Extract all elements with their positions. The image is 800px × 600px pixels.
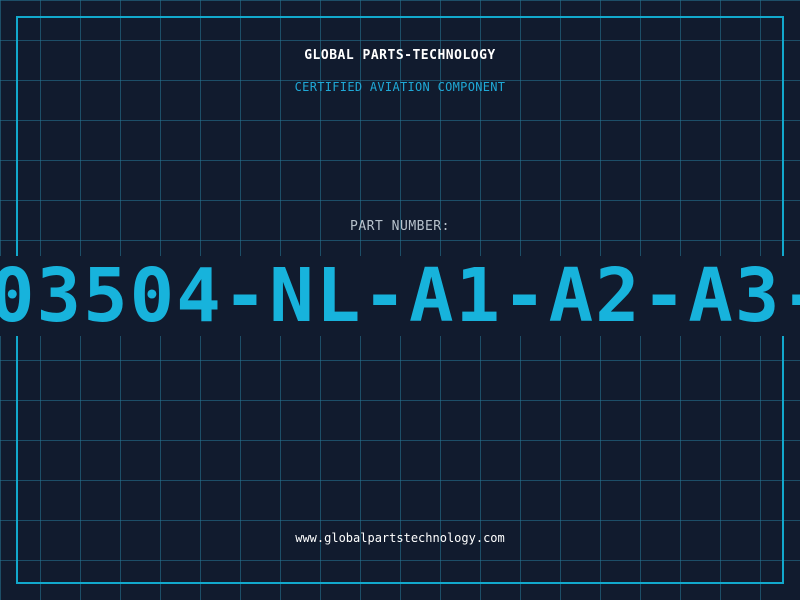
part-number-band: 03504-NL-A1-A2-A3-C [0,256,800,336]
part-number-label: PART NUMBER: [350,219,450,234]
part-number-value: 03504-NL-A1-A2-A3-C [0,256,800,336]
company-name: GLOBAL PARTS-TECHNOLOGY [304,48,496,63]
certification-subtitle: CERTIFIED AVIATION COMPONENT [294,80,506,94]
website-url[interactable]: www.globalpartstechnology.com [0,531,800,545]
blueprint-canvas: GLOBAL PARTS-TECHNOLOGY CERTIFIED AVIATI… [0,0,800,600]
